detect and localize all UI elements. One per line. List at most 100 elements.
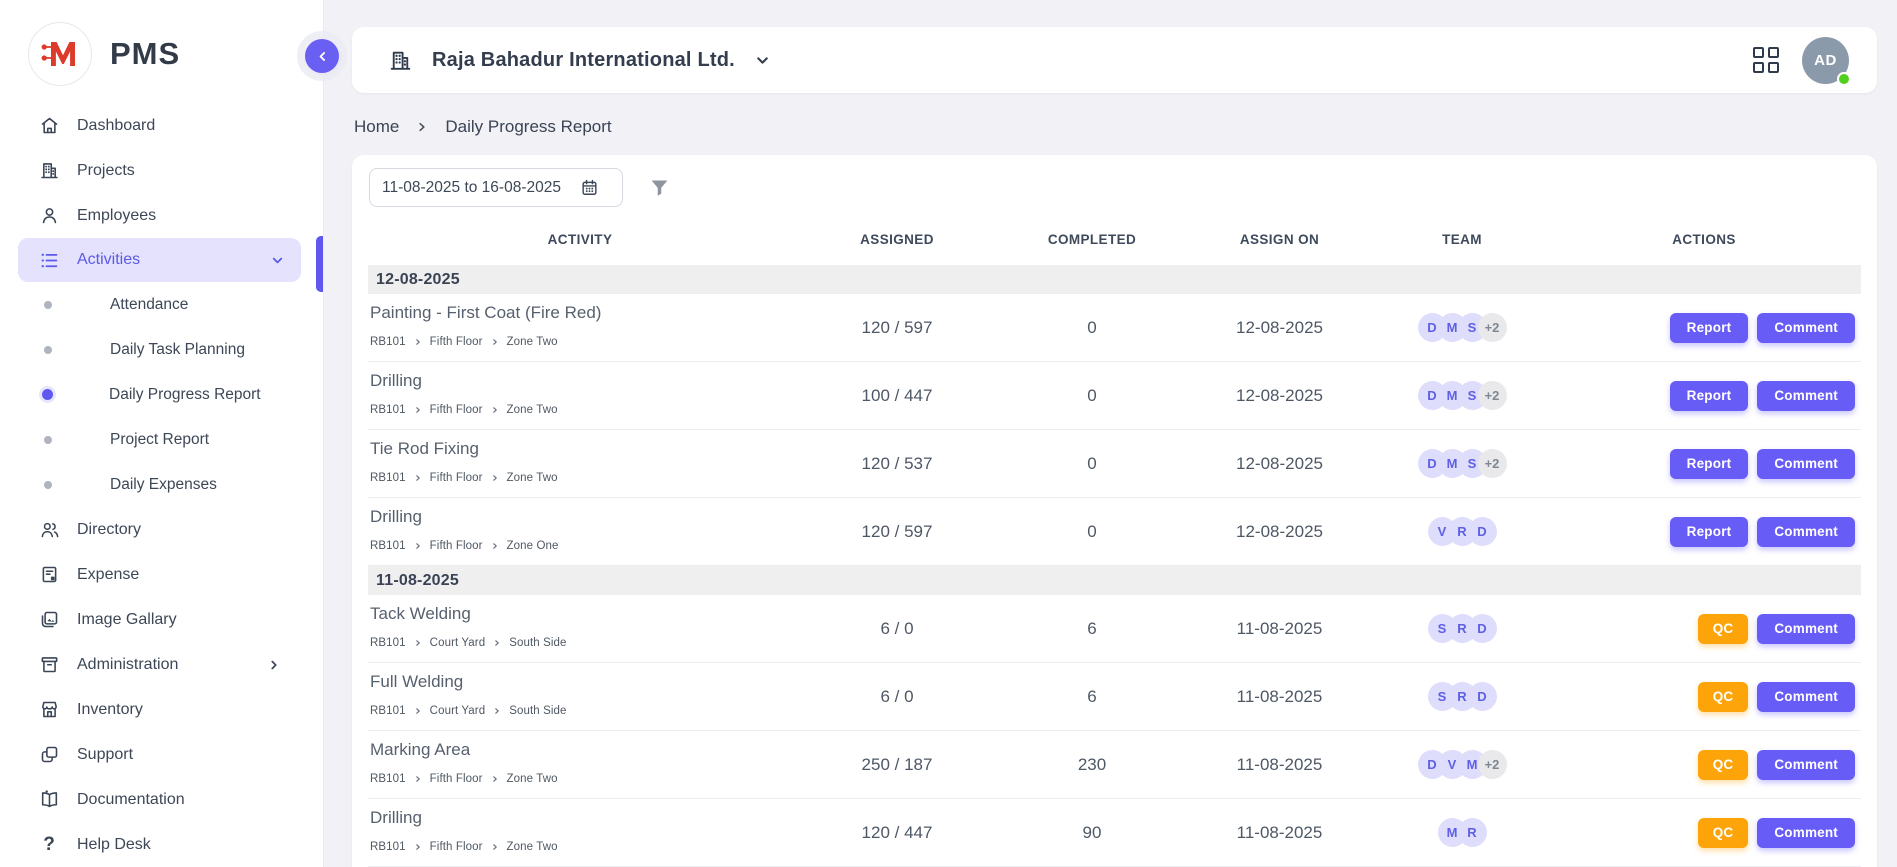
completed-cell: 6 bbox=[1002, 687, 1182, 707]
assign-on-cell: 12-08-2025 bbox=[1182, 386, 1377, 406]
team-cell: SRD bbox=[1377, 682, 1547, 711]
actions-cell: Report Comment bbox=[1547, 517, 1861, 547]
qc-button[interactable]: QC bbox=[1698, 750, 1749, 780]
sidebar-item-documentation[interactable]: Documentation bbox=[0, 777, 323, 822]
location-segment: RB101 bbox=[370, 637, 406, 649]
team-cell: VRD bbox=[1377, 517, 1547, 546]
team-cell: DMS+2 bbox=[1377, 381, 1547, 410]
sidebar-item-inventory[interactable]: Inventory bbox=[0, 687, 323, 732]
sidebar-item-label: Employees bbox=[77, 207, 156, 225]
comment-button[interactable]: Comment bbox=[1757, 614, 1855, 644]
assign-on-cell: 11-08-2025 bbox=[1182, 687, 1377, 707]
sidebar-item-activities[interactable]: Activities bbox=[18, 238, 301, 282]
sidebar-item-dashboard[interactable]: Dashboard bbox=[0, 103, 323, 148]
filter-button[interactable] bbox=[649, 177, 670, 198]
header-actions: AD bbox=[1753, 37, 1849, 84]
comment-button[interactable]: Comment bbox=[1757, 750, 1855, 780]
sidebar-item-daily-progress-report[interactable]: Daily Progress Report bbox=[0, 372, 323, 417]
table-row: Marking AreaRB101Fifth FloorZone Two250 … bbox=[368, 731, 1861, 799]
team-member-chip: R bbox=[1458, 818, 1487, 847]
team-more-chip: +2 bbox=[1478, 381, 1507, 410]
company-name: Raja Bahadur International Ltd. bbox=[432, 49, 735, 72]
activity-title: Tack Welding bbox=[370, 604, 786, 624]
team-cell: DMS+2 bbox=[1377, 313, 1547, 342]
sidebar-item-support[interactable]: Support bbox=[0, 732, 323, 777]
chevron-right-icon bbox=[414, 406, 422, 414]
online-status-dot bbox=[1837, 72, 1851, 86]
comment-button[interactable]: Comment bbox=[1757, 818, 1855, 848]
activity-cell: DrillingRB101Fifth FloorZone Two bbox=[368, 371, 792, 420]
apps-grid-icon[interactable] bbox=[1753, 47, 1780, 74]
assign-on-cell: 12-08-2025 bbox=[1182, 454, 1377, 474]
location-segment: Fifth Floor bbox=[430, 540, 483, 552]
chevron-right-icon bbox=[414, 775, 422, 783]
activity-title: Marking Area bbox=[370, 740, 786, 760]
qc-button[interactable]: QC bbox=[1698, 614, 1749, 644]
table-row: Full WeldingRB101Court YardSouth Side6 /… bbox=[368, 663, 1861, 731]
assigned-cell: 120 / 447 bbox=[792, 823, 1002, 843]
location-segment: Zone Two bbox=[507, 841, 558, 853]
comment-button[interactable]: Comment bbox=[1757, 682, 1855, 712]
activity-location-breadcrumb: RB101Fifth FloorZone Two bbox=[370, 841, 786, 853]
sidebar-collapse-button[interactable] bbox=[305, 39, 339, 73]
location-segment: RB101 bbox=[370, 472, 406, 484]
location-segment: Court Yard bbox=[430, 705, 486, 717]
comment-button[interactable]: Comment bbox=[1757, 381, 1855, 411]
report-button[interactable]: Report bbox=[1670, 517, 1749, 547]
column-header-actions: ACTIONS bbox=[1547, 232, 1861, 247]
chevron-right-icon bbox=[416, 121, 428, 133]
sidebar-item-image-gallary[interactable]: Image Gallary bbox=[0, 597, 323, 642]
date-range-value[interactable] bbox=[382, 179, 572, 197]
table-row: DrillingRB101Fifth FloorZone One120 / 59… bbox=[368, 498, 1861, 566]
team-more-chip: +2 bbox=[1478, 750, 1507, 779]
column-header-completed: COMPLETED bbox=[1002, 232, 1182, 247]
column-header-assigned: ASSIGNED bbox=[792, 232, 1002, 247]
actions-cell: Report Comment bbox=[1547, 381, 1861, 411]
report-button[interactable]: Report bbox=[1670, 381, 1749, 411]
company-selector[interactable]: Raja Bahadur International Ltd. bbox=[388, 48, 771, 73]
receipt-icon bbox=[38, 564, 60, 586]
qc-button[interactable]: QC bbox=[1698, 682, 1749, 712]
completed-cell: 0 bbox=[1002, 318, 1182, 338]
qc-button[interactable]: QC bbox=[1698, 818, 1749, 848]
location-segment: Fifth Floor bbox=[430, 472, 483, 484]
comment-button[interactable]: Comment bbox=[1757, 313, 1855, 343]
bullet-icon bbox=[44, 481, 52, 489]
sidebar-item-administration[interactable]: Administration bbox=[0, 642, 323, 687]
sidebar-item-directory[interactable]: Directory bbox=[0, 507, 323, 552]
user-menu[interactable]: AD bbox=[1802, 37, 1849, 84]
location-segment: Fifth Floor bbox=[430, 404, 483, 416]
activity-location-breadcrumb: RB101Fifth FloorZone One bbox=[370, 540, 786, 552]
progress-table: ACTIVITY ASSIGNED COMPLETED ASSIGN ON TE… bbox=[368, 213, 1861, 867]
assigned-cell: 120 / 597 bbox=[792, 318, 1002, 338]
sidebar-item-employees[interactable]: Employees bbox=[0, 193, 323, 238]
sidebar-item-label: Expense bbox=[77, 566, 139, 584]
question-icon: ? bbox=[38, 834, 60, 856]
chevron-right-icon bbox=[491, 775, 499, 783]
report-button[interactable]: Report bbox=[1670, 449, 1749, 479]
comment-button[interactable]: Comment bbox=[1757, 517, 1855, 547]
report-button[interactable]: Report bbox=[1670, 313, 1749, 343]
column-header-activity: ACTIVITY bbox=[368, 232, 792, 247]
activity-title: Full Welding bbox=[370, 672, 786, 692]
assign-on-cell: 11-08-2025 bbox=[1182, 755, 1377, 775]
sidebar-item-help-desk[interactable]: ? Help Desk bbox=[0, 822, 323, 867]
sidebar-item-daily-task-planning[interactable]: Daily Task Planning bbox=[0, 327, 323, 372]
breadcrumb: Home Daily Progress Report bbox=[354, 114, 612, 140]
sidebar-item-expense[interactable]: Expense bbox=[0, 552, 323, 597]
activity-title: Tie Rod Fixing bbox=[370, 439, 786, 459]
actions-cell: QC Comment bbox=[1547, 682, 1861, 712]
sidebar-item-projects[interactable]: Projects bbox=[0, 148, 323, 193]
comment-button[interactable]: Comment bbox=[1757, 449, 1855, 479]
activity-title: Drilling bbox=[370, 808, 786, 828]
team-cell: DMS+2 bbox=[1377, 449, 1547, 478]
sidebar-item-daily-expenses[interactable]: Daily Expenses bbox=[0, 462, 323, 507]
breadcrumb-home[interactable]: Home bbox=[354, 117, 399, 137]
location-segment: Fifth Floor bbox=[430, 336, 483, 348]
bullet-icon bbox=[44, 301, 52, 309]
person-icon bbox=[38, 205, 60, 227]
sidebar-item-project-report[interactable]: Project Report bbox=[0, 417, 323, 462]
activity-location-breadcrumb: RB101Court YardSouth Side bbox=[370, 637, 786, 649]
date-range-input[interactable] bbox=[369, 168, 623, 207]
sidebar-item-attendance[interactable]: Attendance bbox=[0, 282, 323, 327]
